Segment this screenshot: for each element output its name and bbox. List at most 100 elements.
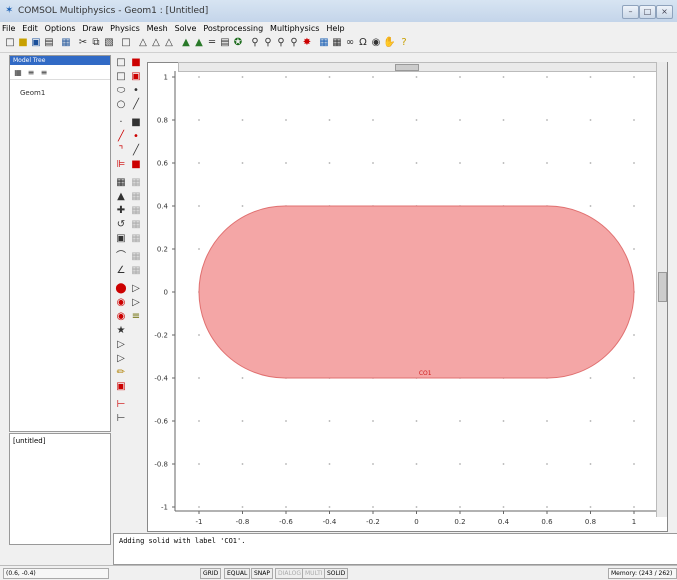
plot-parameters-icon[interactable]: ▦ xyxy=(331,37,343,49)
array-disabled-icon: ▦ xyxy=(131,177,141,188)
menu-file[interactable]: File xyxy=(0,22,17,35)
red-point-icon[interactable]: • xyxy=(130,131,142,143)
save-icon[interactable]: ▣ xyxy=(30,37,42,49)
grid-point xyxy=(372,420,374,422)
bezier-icon[interactable]: ⌝ xyxy=(115,145,127,157)
rectangle-icon[interactable]: □ xyxy=(115,57,127,69)
menu-help[interactable]: Help xyxy=(324,22,346,35)
minimize-button[interactable]: – xyxy=(622,5,639,19)
curve-icon[interactable]: ╱ xyxy=(130,145,142,157)
horizontal-scroll-thumb[interactable] xyxy=(395,64,419,71)
array-icon[interactable]: ▦ xyxy=(115,177,127,189)
tree-view-icon[interactable]: ▦ xyxy=(12,67,24,79)
geometry-canvas[interactable]: 1 0.8 0.6 0.4 0.2 0 -0.2 -0.4 -0.6 -0.8 -1 -1 -0.8 -0… xyxy=(147,62,668,532)
ellipse-icon[interactable]: ⬭ xyxy=(115,85,127,97)
mesh-init-icon[interactable]: ▲ xyxy=(180,37,192,49)
mesh-refine-icon[interactable]: ▲ xyxy=(193,37,205,49)
zoom-extents-icon[interactable]: ⚲ xyxy=(288,37,300,49)
pan-icon[interactable]: ✋ xyxy=(383,37,395,49)
solid-co1-shape[interactable] xyxy=(198,205,635,379)
help-icon[interactable]: ? xyxy=(398,37,410,49)
plot-icon[interactable]: ✸ xyxy=(301,37,313,49)
tangent-icon[interactable]: ∠ xyxy=(115,265,127,277)
menu-postprocessing[interactable]: Postprocessing xyxy=(201,22,265,35)
postprocessing-mode-icon[interactable]: ▦ xyxy=(318,37,330,49)
equal-toggle[interactable]: EQUAL xyxy=(224,568,251,579)
layers-icon[interactable]: ≡ xyxy=(130,311,142,323)
solve-icon[interactable]: ✪ xyxy=(232,37,244,49)
solver-parameters-icon[interactable]: ▤ xyxy=(219,37,231,49)
solid-rectangle-icon[interactable]: ■ xyxy=(130,117,142,129)
mesh-mode-icon[interactable]: ═ xyxy=(206,37,218,49)
geometry-model-icon[interactable]: ▣ xyxy=(115,381,127,393)
convert-curve-icon[interactable]: ▷ xyxy=(115,353,127,365)
point-draw-icon[interactable]: · xyxy=(115,117,127,129)
axes-plot[interactable]: 1 0.8 0.6 0.4 0.2 0 -0.2 -0.4 -0.6 -0.8 -1 -1 -0.8 -0… xyxy=(148,63,667,531)
measure-icon[interactable]: ⊢ xyxy=(115,413,127,425)
vertical-scrollbar[interactable] xyxy=(656,62,667,517)
polyline-icon[interactable]: ⊫ xyxy=(115,159,127,171)
solid-toggle[interactable]: SOLID xyxy=(324,568,349,579)
distance-icon[interactable]: ⊢ xyxy=(115,399,127,411)
menu-solve[interactable]: Solve xyxy=(173,22,199,35)
edit-icon[interactable]: ✏ xyxy=(115,367,127,379)
difference-icon[interactable]: ◉ xyxy=(115,311,127,323)
rectangle-corner-icon[interactable]: ■ xyxy=(130,57,142,69)
solid-draw-icon[interactable]: ■ xyxy=(130,159,142,171)
circle-icon[interactable]: ○ xyxy=(115,99,127,111)
menu-draw[interactable]: Draw xyxy=(80,22,105,35)
grid-toggle[interactable]: GRID xyxy=(200,568,222,579)
compose-icon[interactable]: ★ xyxy=(115,325,127,337)
move-icon[interactable]: ✚ xyxy=(115,205,127,217)
union-icon[interactable]: ⬤ xyxy=(115,283,127,295)
grid-point xyxy=(589,205,592,207)
open-folder-icon[interactable]: ■ xyxy=(17,37,29,49)
y-tick-label: 0.8 xyxy=(157,117,168,125)
grid-point xyxy=(285,506,287,508)
split-icon[interactable]: ▷ xyxy=(130,283,142,295)
copy-icon[interactable]: ⧉ xyxy=(90,37,102,49)
grid-point xyxy=(198,506,200,508)
fillet-icon[interactable]: ⌒ xyxy=(115,251,127,263)
snap-toggle[interactable]: SNAP xyxy=(251,568,274,579)
maximize-button[interactable]: □ xyxy=(639,5,656,19)
new-file-icon[interactable]: □ xyxy=(4,37,16,49)
vertical-scroll-thumb[interactable] xyxy=(658,272,667,302)
convert-solid-icon[interactable]: ▷ xyxy=(115,339,127,351)
animate-icon[interactable]: ∞ xyxy=(344,37,356,49)
coerce-icon[interactable]: ▷ xyxy=(130,297,142,309)
zoom-window-icon[interactable]: ⚲ xyxy=(275,37,287,49)
point-mode-icon[interactable]: △ xyxy=(137,37,149,49)
subdomain-mode-icon[interactable]: △ xyxy=(163,37,175,49)
square-icon[interactable]: □ xyxy=(115,71,127,83)
menu-options[interactable]: Options xyxy=(43,22,78,35)
grid-settings-icon[interactable]: ◉ xyxy=(370,37,382,49)
omega-icon[interactable]: Ω xyxy=(357,37,369,49)
print-icon[interactable]: ▤ xyxy=(43,37,55,49)
square-corner-icon[interactable]: ▣ xyxy=(130,71,142,83)
menu-multiphysics[interactable]: Multiphysics xyxy=(268,22,321,35)
tree-expand-icon[interactable]: ≡ xyxy=(25,67,37,79)
line-draw-icon[interactable]: ╱ xyxy=(115,131,127,143)
tree-collapse-icon[interactable]: ≡ xyxy=(38,67,50,79)
line-icon[interactable]: ╱ xyxy=(130,99,142,111)
horizontal-scrollbar[interactable] xyxy=(178,62,662,72)
scale-icon[interactable]: ▣ xyxy=(115,233,127,245)
model-navigator-icon[interactable]: ▦ xyxy=(60,37,72,49)
boundary-mode-icon[interactable]: △ xyxy=(150,37,162,49)
menu-mesh[interactable]: Mesh xyxy=(145,22,170,35)
draw-mode-icon[interactable]: □ xyxy=(120,37,132,49)
zoom-out-icon[interactable]: ⚲ xyxy=(262,37,274,49)
menu-edit[interactable]: Edit xyxy=(20,22,40,35)
intersection-icon[interactable]: ◉ xyxy=(115,297,127,309)
grid-point xyxy=(328,506,331,508)
mirror-icon[interactable]: ▲ xyxy=(115,191,127,203)
cut-icon[interactable]: ✂ xyxy=(77,37,89,49)
rotate-icon[interactable]: ↺ xyxy=(115,219,127,231)
close-button[interactable]: × xyxy=(656,5,673,19)
tree-item-geom1[interactable]: Geom1 xyxy=(20,89,45,97)
paste-icon[interactable]: ▧ xyxy=(103,37,115,49)
zoom-in-icon[interactable]: ⚲ xyxy=(249,37,261,49)
menu-physics[interactable]: Physics xyxy=(108,22,142,35)
point-icon[interactable]: • xyxy=(130,85,142,97)
